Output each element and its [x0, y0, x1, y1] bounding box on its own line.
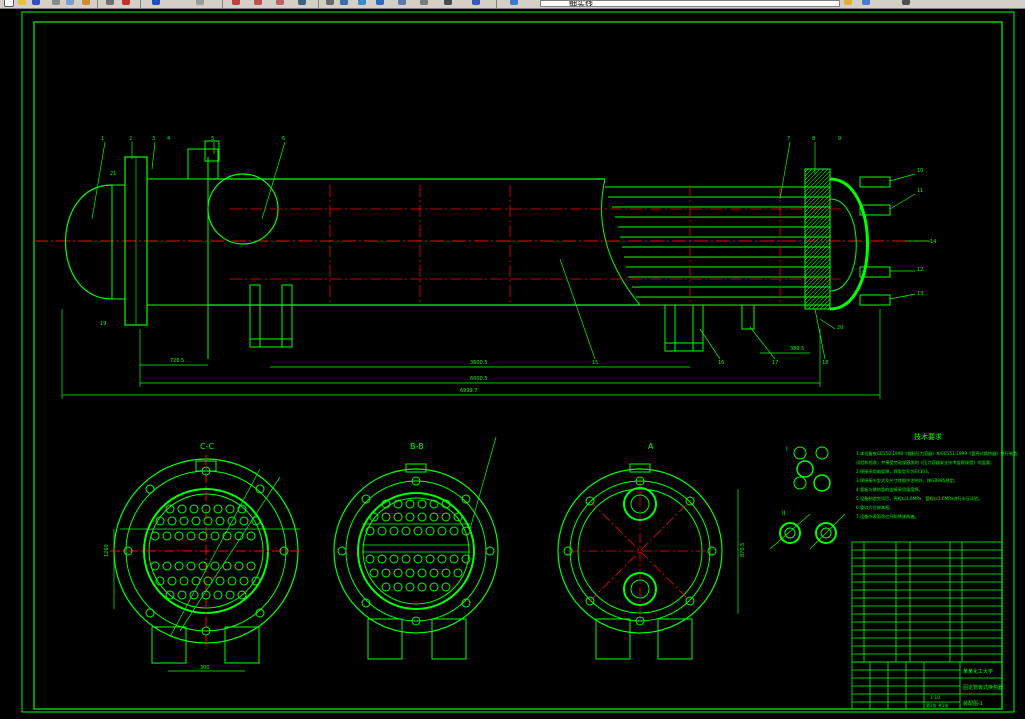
- svg-text:4: 4: [167, 136, 170, 142]
- section-cc-label: C-C: [200, 442, 214, 451]
- properties-icon[interactable]: [324, 0, 336, 7]
- right-channel: [829, 177, 869, 311]
- new-icon[interactable]: [2, 0, 14, 7]
- section-bb-label: B-B: [410, 442, 424, 451]
- tool-palettes-icon[interactable]: [374, 0, 386, 7]
- main-elevation-view: 726.5 3600.5 6000.5 6999.7 389.5 123 4 5…: [34, 136, 936, 399]
- cut-icon[interactable]: [104, 0, 116, 7]
- section-bb-view: B-B: [333, 436, 499, 660]
- svg-text:5: 5: [211, 136, 214, 142]
- view-a: A 876.5: [557, 442, 746, 660]
- zoom-realtime-icon[interactable]: [252, 0, 264, 7]
- zoom-window-icon[interactable]: [274, 0, 286, 7]
- detail-1-label: I: [786, 446, 788, 453]
- technical-requirements: 技术要求 1.本设备按GB150-1998《钢制压力容器》和GB151-1999…: [856, 432, 1021, 520]
- svg-text:14: 14: [930, 239, 936, 245]
- tech-req-line: 7.设备外表面涂红丹防锈漆两遍。: [856, 513, 919, 520]
- dim-7: 1260: [104, 544, 110, 557]
- svg-text:9: 9: [838, 136, 841, 142]
- publish-icon[interactable]: [80, 0, 92, 7]
- view-a-label: A: [648, 442, 654, 451]
- tube-holes-bb: [337, 476, 495, 626]
- tech-req-line: 6.管口方位按本图。: [856, 504, 894, 511]
- layer-manager-icon[interactable]: [508, 0, 520, 7]
- redo-icon[interactable]: [194, 0, 206, 7]
- tech-req-line: 5.设备制造完毕后，壳程以1.6MPa、管程以1.6MPa进行水压试验。: [856, 495, 982, 502]
- sheet-set-icon[interactable]: [396, 0, 408, 7]
- plot-preview-icon[interactable]: [64, 0, 76, 7]
- svg-text:3: 3: [152, 136, 155, 142]
- dim-3: 6000.5: [470, 376, 488, 382]
- dim-4: 6999.7: [460, 388, 478, 394]
- tech-req-line: 2.焊接采用电弧焊，焊条型号为E4303。: [856, 468, 932, 475]
- svg-text:19: 19: [100, 321, 106, 327]
- detail-2-label: II: [782, 510, 786, 517]
- svg-text:10: 10: [917, 168, 923, 174]
- dim-5: 389.5: [790, 346, 804, 352]
- tech-req-line: 4.管板与换热管的连接采用强度焊。: [856, 486, 923, 493]
- title-school: 某某化工大学: [963, 668, 993, 675]
- layer-previous-icon[interactable]: [860, 0, 872, 7]
- calculator-icon[interactable]: [442, 0, 454, 7]
- svg-text:15: 15: [592, 360, 598, 366]
- save-icon[interactable]: [30, 0, 42, 7]
- print-icon[interactable]: [50, 0, 62, 7]
- svg-text:12: 12: [917, 267, 923, 273]
- parts-list: [851, 541, 1003, 663]
- svg-text:2: 2: [129, 136, 132, 142]
- zoom-previous-icon[interactable]: [296, 0, 308, 7]
- dim-8: 876.5: [740, 543, 746, 557]
- svg-text:16: 16: [718, 360, 724, 366]
- right-tubesheet: [804, 168, 831, 310]
- design-center-icon[interactable]: [356, 0, 368, 7]
- svg-text:6: 6: [282, 136, 285, 142]
- match-properties-icon[interactable]: [900, 0, 912, 7]
- tube-bundle: [605, 186, 830, 306]
- svg-text:7: 7: [787, 136, 790, 142]
- svg-text:17: 17: [772, 360, 778, 366]
- dim-1: 726.5: [170, 358, 184, 364]
- tech-req-line: 3.焊接接头型式及尺寸除图中注明外，按GB985规定。: [856, 477, 958, 484]
- detail-views: I II: [769, 446, 846, 550]
- open-icon[interactable]: [16, 0, 28, 7]
- title-drawing-no: 装配图-1: [963, 700, 983, 707]
- help-icon[interactable]: [470, 0, 482, 7]
- title-sheet: 第1张 共1张: [926, 702, 948, 708]
- title-drawing-name: 固定管板式换热器: [963, 684, 1003, 691]
- svg-text:13: 13: [917, 291, 923, 297]
- text-style-icon[interactable]: [338, 0, 350, 7]
- layer-combo[interactable]: 细实线: [540, 0, 840, 7]
- right-saddle: [664, 304, 676, 352]
- cad-drawing: 726.5 3600.5 6000.5 6999.7 389.5 123 4 5…: [21, 11, 1021, 713]
- svg-text:1: 1: [101, 136, 104, 142]
- svg-text:8: 8: [812, 136, 815, 142]
- left-head: [64, 184, 113, 300]
- dim-2: 3600.5: [470, 360, 488, 366]
- drawing-canvas[interactable]: 726.5 3600.5 6000.5 6999.7 389.5 123 4 5…: [0, 9, 1025, 719]
- section-cc-view: C-C 300 1260: [104, 442, 302, 672]
- svg-text:21: 21: [110, 171, 116, 177]
- inspection-nozzle: [207, 173, 279, 245]
- title-scale: 1:10: [930, 695, 940, 701]
- standard-toolbar: 细实线: [0, 0, 1025, 9]
- tech-req-line: 试验和验收，并接受劳动部颁发的《压力容器安全技术监察规程》的监督。: [856, 459, 994, 466]
- layer-state-icon[interactable]: [842, 0, 854, 7]
- svg-text:20: 20: [837, 325, 843, 331]
- tech-req-line: 1.本设备按GB150-1998《钢制压力容器》和GB151-1999《管壳式换…: [856, 450, 1021, 457]
- svg-text:11: 11: [917, 188, 923, 194]
- undo-icon[interactable]: [150, 0, 162, 7]
- svg-text:18: 18: [822, 360, 828, 366]
- markup-icon[interactable]: [418, 0, 430, 7]
- pan-icon[interactable]: [230, 0, 242, 7]
- dim-6: 300: [200, 665, 210, 671]
- tech-req-title: 技术要求: [914, 432, 942, 441]
- left-saddle: [249, 284, 261, 348]
- copy-icon[interactable]: [120, 0, 132, 7]
